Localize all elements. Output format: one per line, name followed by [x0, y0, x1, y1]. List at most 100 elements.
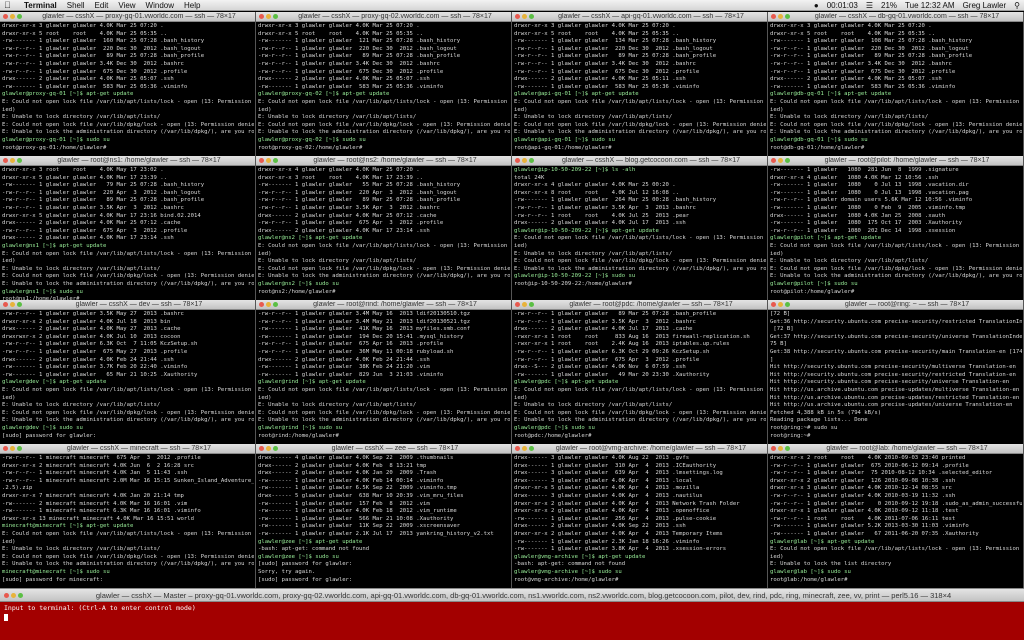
minimize-icon[interactable]	[266, 446, 271, 451]
close-icon[interactable]	[515, 14, 520, 19]
minimize-icon[interactable]	[10, 14, 15, 19]
minimize-icon[interactable]	[266, 158, 271, 163]
terminal-output[interactable]: drwxr-xr-x 3 glawler glawler 4.0K Mar 25…	[512, 22, 767, 152]
close-icon[interactable]	[259, 302, 264, 307]
terminal-titlebar[interactable]: glawler — root@ns1: /home/glawler — ssh …	[0, 156, 255, 166]
zoom-icon[interactable]	[529, 302, 534, 307]
zoom-icon[interactable]	[17, 446, 22, 451]
record-icon[interactable]: ●	[814, 1, 819, 10]
clock-text[interactable]: Tue 12:32 AM	[905, 1, 955, 10]
zoom-icon[interactable]	[17, 14, 22, 19]
zoom-icon[interactable]	[17, 158, 22, 163]
terminal-pane[interactable]: glawler — csshX — proxy-gq-02.vworldc.co…	[256, 12, 512, 156]
terminal-pane[interactable]: glawler — root@ring: ~ — ssh — 78×17 [72 …	[768, 300, 1024, 444]
battery-text[interactable]: 21%	[881, 1, 897, 10]
minimize-icon[interactable]	[778, 158, 783, 163]
zoom-icon[interactable]	[785, 158, 790, 163]
zoom-icon[interactable]	[273, 446, 278, 451]
zoom-icon[interactable]	[529, 158, 534, 163]
terminal-pane[interactable]: glawler — csshX — dev — ssh — 78×17 -rw-r…	[0, 300, 256, 444]
terminal-output[interactable]: -rw-r--r-- 1 glawler glawler 3.5K May 27…	[0, 310, 255, 440]
terminal-titlebar[interactable]: glawler — root@pdc: /home/glawler — ssh …	[512, 300, 767, 310]
terminal-output[interactable]: drwxr-xr-x 3 glawler glawler 4.0K Mar 25…	[768, 22, 1023, 152]
terminal-pane[interactable]: glawler — csshX — api-gq-01.vworldc.com …	[512, 12, 768, 156]
master-input-area[interactable]: Input to terminal: (Ctrl-A to enter cont…	[0, 602, 1024, 640]
minimize-icon[interactable]	[10, 446, 15, 451]
close-icon[interactable]	[515, 158, 520, 163]
minimize-icon[interactable]	[522, 446, 527, 451]
terminal-titlebar[interactable]: glawler — csshX — zee — ssh — 78×17	[256, 444, 511, 454]
zoom-icon[interactable]	[18, 592, 23, 598]
terminal-output[interactable]: drwxr-xr-x 3 root root 4.0K May 17 23:02…	[0, 166, 255, 300]
terminal-pane[interactable]: glawler — csshX — blog.getcocoon.com — s…	[512, 156, 768, 300]
terminal-pane[interactable]: glawler — csshX — proxy-gq-01.vworldc.co…	[0, 12, 256, 156]
spotlight-icon[interactable]: ⚲	[1014, 1, 1020, 10]
wifi-icon[interactable]: ☰	[866, 1, 873, 10]
terminal-pane[interactable]: glawler — csshX — db-gq-01.vworldc.com —…	[768, 12, 1024, 156]
minimize-icon[interactable]	[778, 446, 783, 451]
close-icon[interactable]	[3, 446, 8, 451]
zoom-icon[interactable]	[785, 14, 790, 19]
terminal-output[interactable]: glawler@ip-10-50-209-22 [~]$ ls -alh tota…	[512, 166, 767, 289]
terminal-pane[interactable]: glawler — csshX — zee — ssh — 78×17 drwx-…	[256, 444, 512, 588]
terminal-titlebar[interactable]: glawler — root@lab: /home/glawler — ssh …	[768, 444, 1023, 454]
terminal-titlebar[interactable]: glawler — csshX — minecraft — ssh — 78×1…	[0, 444, 255, 454]
terminal-pane[interactable]: glawler — root@rind: /home/glawler — ssh…	[256, 300, 512, 444]
terminal-titlebar[interactable]: glawler — csshX — proxy-gq-02.vworldc.co…	[256, 12, 511, 22]
terminal-output[interactable]: -rw-r--r-- 1 minecraft minecraft 675 Apr…	[0, 454, 255, 584]
minimize-icon[interactable]	[10, 302, 15, 307]
menu-help[interactable]: Help	[184, 1, 200, 10]
close-icon[interactable]	[259, 14, 264, 19]
terminal-output[interactable]: drwx------ 3 glawler glawler 4.0K Aug 22…	[512, 454, 767, 584]
terminal-pane[interactable]: glawler — root@lab: /home/glawler — ssh …	[768, 444, 1024, 588]
minimize-icon[interactable]	[266, 14, 271, 19]
zoom-icon[interactable]	[17, 302, 22, 307]
close-icon[interactable]	[515, 446, 520, 451]
terminal-output[interactable]: drwx------ 4 glawler glawler 4.0K Sep 22…	[256, 454, 511, 584]
zoom-icon[interactable]	[529, 446, 534, 451]
menu-terminal[interactable]: Terminal	[24, 1, 57, 10]
minimize-icon[interactable]	[522, 14, 527, 19]
terminal-titlebar[interactable]: glawler — csshX — db-gq-01.vworldc.com —…	[768, 12, 1023, 22]
terminal-pane[interactable]: glawler — root@vmg-archive: /home/glawle…	[512, 444, 768, 588]
minimize-icon[interactable]	[778, 302, 783, 307]
minimize-icon[interactable]	[11, 592, 16, 598]
apple-menu-icon[interactable]: 	[4, 0, 14, 10]
zoom-icon[interactable]	[785, 446, 790, 451]
terminal-titlebar[interactable]: glawler — csshX — proxy-gq-01.vworldc.co…	[0, 12, 255, 22]
close-icon[interactable]	[259, 158, 264, 163]
close-icon[interactable]	[771, 302, 776, 307]
close-icon[interactable]	[3, 158, 8, 163]
zoom-icon[interactable]	[273, 14, 278, 19]
close-icon[interactable]	[4, 592, 9, 598]
zoom-icon[interactable]	[785, 302, 790, 307]
terminal-output[interactable]: drwxr-xr-x 2 root root 4.0K 2010-09-03 2…	[768, 454, 1023, 584]
close-icon[interactable]	[515, 302, 520, 307]
terminal-output[interactable]: drwxr-xr-x 3 glawler glawler 4.0K Mar 25…	[0, 22, 255, 152]
terminal-titlebar[interactable]: glawler — root@ring: ~ — ssh — 78×17	[768, 300, 1023, 310]
minimize-icon[interactable]	[522, 158, 527, 163]
terminal-output[interactable]: drwxr-xr-x 3 glawler glawler 4.0K Mar 25…	[256, 22, 511, 152]
master-window-titlebar[interactable]: glawler — csshX — Master – proxy-gq-01.v…	[0, 588, 1024, 602]
minimize-icon[interactable]	[778, 14, 783, 19]
close-icon[interactable]	[259, 446, 264, 451]
terminal-titlebar[interactable]: glawler — root@rind: /home/glawler — ssh…	[256, 300, 511, 310]
user-name[interactable]: Greg Lawler	[963, 1, 1007, 10]
terminal-titlebar[interactable]: glawler — root@pilot: /home/glawler — ss…	[768, 156, 1023, 166]
close-icon[interactable]	[771, 446, 776, 451]
minimize-icon[interactable]	[522, 302, 527, 307]
minimize-icon[interactable]	[10, 158, 15, 163]
menu-shell[interactable]: Shell	[67, 1, 85, 10]
close-icon[interactable]	[3, 302, 8, 307]
terminal-pane[interactable]: glawler — root@pdc: /home/glawler — ssh …	[512, 300, 768, 444]
terminal-output[interactable]: -rw-r--r-- 1 glawler glawler 3.4M May 16…	[256, 310, 511, 440]
terminal-pane[interactable]: glawler — root@ns1: /home/glawler — ssh …	[0, 156, 256, 300]
terminal-titlebar[interactable]: glawler — root@ns2: /home/glawler — ssh …	[256, 156, 511, 166]
menu-edit[interactable]: Edit	[95, 1, 109, 10]
close-icon[interactable]	[771, 158, 776, 163]
terminal-pane[interactable]: glawler — root@pilot: /home/glawler — ss…	[768, 156, 1024, 300]
close-icon[interactable]	[3, 14, 8, 19]
terminal-titlebar[interactable]: glawler — csshX — blog.getcocoon.com — s…	[512, 156, 767, 166]
terminal-titlebar[interactable]: glawler — root@vmg-archive: /home/glawle…	[512, 444, 767, 454]
terminal-output[interactable]: -rw-r--r-- 1 glawler glawler 89 Mar 25 0…	[512, 310, 767, 440]
